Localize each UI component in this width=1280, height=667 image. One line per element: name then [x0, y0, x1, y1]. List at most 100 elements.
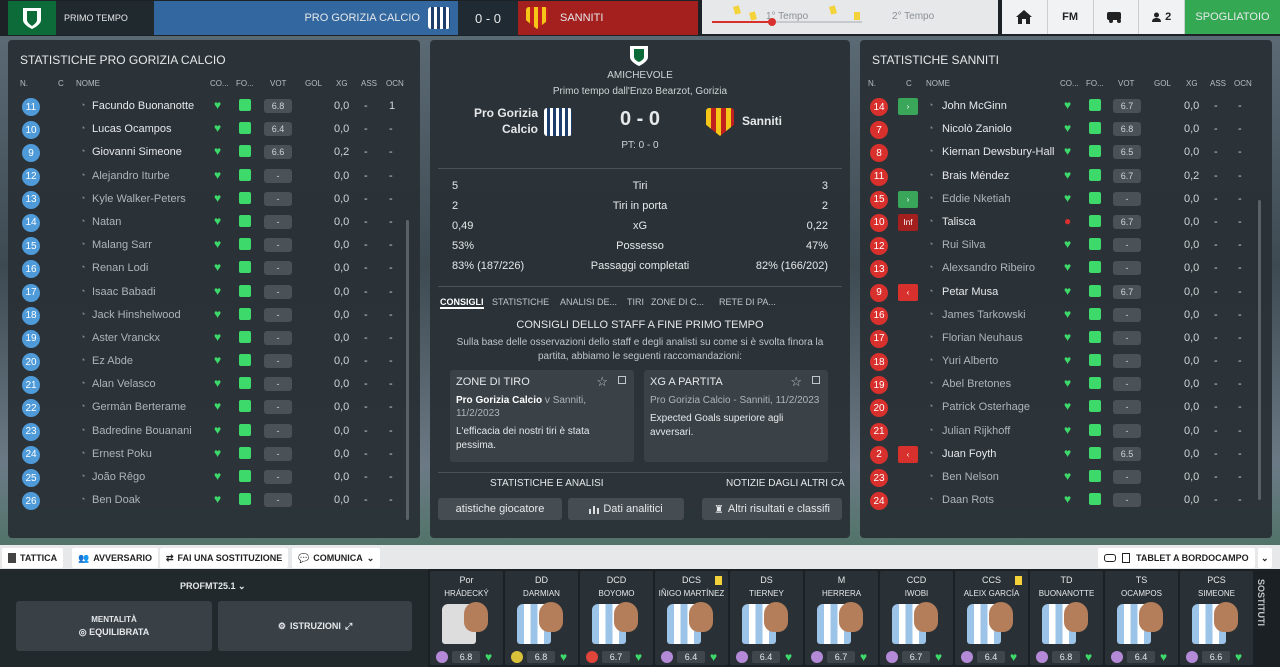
player-name[interactable]: Giovanni Simeone: [92, 146, 182, 158]
table-row[interactable]: 16 ◔ James Tarkowski ♥ - 0,0 - -: [860, 305, 1272, 328]
player-stats-button[interactable]: atistiche giocatore: [438, 498, 562, 520]
other-results-button[interactable]: ♜ Altri risultati e classifi: [702, 498, 842, 520]
users-button[interactable]: 2: [1139, 0, 1185, 34]
col-condition[interactable]: CO...: [210, 79, 229, 88]
table-row[interactable]: 2 ‹ ◔ Juan Foyth ♥ 6.5 0,0 - -: [860, 444, 1272, 467]
table-row[interactable]: 17 ◔ Florian Neuhaus ♥ - 0,0 - -: [860, 328, 1272, 351]
tab-shots[interactable]: TIRI: [627, 297, 644, 307]
match-timeline[interactable]: 1° Tempo 2° Tempo: [702, 0, 998, 34]
table-row[interactable]: 9 ‹ ◔ Petar Musa ♥ 6.7 0,0 - -: [860, 282, 1272, 305]
tactics-tab[interactable]: TATTICA: [2, 548, 64, 568]
col-name[interactable]: NOME: [76, 79, 100, 88]
table-row[interactable]: 12 ◔ Rui Silva ♥ - 0,0 - -: [860, 235, 1272, 258]
star-icon[interactable]: ☆: [596, 374, 608, 390]
table-row[interactable]: 10 Inf ◔ Talisca ● 6.7 0,0 - -: [860, 212, 1272, 235]
opponent-tab[interactable]: 👥 AVVERSARIO: [72, 548, 159, 568]
advice-card-xg[interactable]: XG A PARTITA ☆ Pro Gorizia Calcio - Sann…: [644, 370, 828, 462]
table-row[interactable]: 18 ◔ Yuri Alberto ♥ - 0,0 - -: [860, 351, 1272, 374]
table-row[interactable]: 12 ◔ Alejandro Iturbe ♥ - 0,0 - -: [8, 166, 420, 189]
table-row[interactable]: 15 ◔ Malang Sarr ♥ - 0,0 - -: [8, 235, 420, 258]
table-row[interactable]: 15 › ◔ Eddie Nketiah ♥ - 0,0 - -: [860, 189, 1272, 212]
player-name[interactable]: Lucas Ocampos: [92, 123, 171, 135]
col-c[interactable]: C: [58, 79, 64, 88]
table-row[interactable]: 23 ◔ Ben Nelson ♥ - 0,0 - -: [860, 467, 1272, 490]
player-name[interactable]: Daan Rots: [942, 494, 994, 506]
substitutes-label[interactable]: SOSTITUTI: [1256, 579, 1266, 626]
player-name[interactable]: Julian Rijkhoff: [942, 425, 1010, 437]
table-row[interactable]: 9 ◔ Giovanni Simeone ♥ 6.6 0,2 - -: [8, 142, 420, 165]
advice-card-shot-zones[interactable]: ZONE DI TIRO ☆ Pro Gorizia Calcio v Sann…: [450, 370, 634, 462]
player-name[interactable]: Isaac Babadi: [92, 286, 156, 298]
table-row[interactable]: 8 ◔ Kiernan Dewsbury-Hall ♥ 6.5 0,0 - -: [860, 142, 1272, 165]
table-row[interactable]: 26 ◔ Ben Doak ♥ - 0,0 - -: [8, 490, 420, 513]
table-row[interactable]: 13 ◔ Kyle Walker-Peters ♥ - 0,0 - -: [8, 189, 420, 212]
instructions-button[interactable]: ⚙ ISTRUZIONI ⤢: [218, 601, 412, 651]
lineup-player-card[interactable]: Por HRÁDECKÝ 6.8 ♥: [430, 571, 503, 665]
mentality-button[interactable]: MENTALITÀ ◎ EQUILIBRATA: [16, 601, 212, 651]
player-name[interactable]: Facundo Buonanotte: [92, 100, 194, 112]
table-row[interactable]: 17 ◔ Isaac Babadi ♥ - 0,0 - -: [8, 282, 420, 305]
tab-stats[interactable]: STATISTICHE: [492, 297, 549, 307]
scrollbar[interactable]: [1258, 200, 1261, 500]
away-team-name[interactable]: Sanniti: [742, 114, 782, 128]
table-row[interactable]: 19 ◔ Aster Vranckx ♥ - 0,0 - -: [8, 328, 420, 351]
player-name[interactable]: Badredine Bouanani: [92, 425, 192, 437]
col-goals[interactable]: GOL: [1154, 79, 1171, 88]
col-c[interactable]: C: [906, 79, 912, 88]
star-icon[interactable]: ☆: [790, 374, 802, 390]
player-name[interactable]: Juan Foyth: [942, 448, 996, 460]
tab-advice[interactable]: CONSIGLI: [440, 297, 484, 309]
player-name[interactable]: Nicolò Zaniolo: [942, 123, 1012, 135]
table-row[interactable]: 24 ◔ Daan Rots ♥ - 0,0 - -: [860, 490, 1272, 513]
col-rating[interactable]: VOT: [1118, 79, 1134, 88]
player-name[interactable]: Florian Neuhaus: [942, 332, 1023, 344]
col-xg[interactable]: XG: [336, 79, 348, 88]
lineup-player-card[interactable]: M HERRERA 6.7 ♥: [805, 571, 878, 665]
table-row[interactable]: 19 ◔ Abel Bretones ♥ - 0,0 - -: [860, 374, 1272, 397]
col-chances[interactable]: OCN: [1234, 79, 1252, 88]
player-name[interactable]: Alejandro Iturbe: [92, 170, 170, 182]
analytics-button[interactable]: Dati analitici: [568, 498, 684, 520]
scrollbar[interactable]: [406, 220, 409, 520]
lineup-player-card[interactable]: DD DARMIAN 6.8 ♥: [505, 571, 578, 665]
table-row[interactable]: 11 ◔ Facundo Buonanotte ♥ 6.8 0,0 - 1: [8, 96, 420, 119]
player-name[interactable]: Kyle Walker-Peters: [92, 193, 186, 205]
lineup-player-card[interactable]: TS OCAMPOS 6.4 ♥: [1105, 571, 1178, 665]
dressing-room-button[interactable]: SPOGLIATOIO: [1185, 0, 1280, 34]
transport-button[interactable]: [1094, 0, 1140, 34]
lineup-player-card[interactable]: CCD IWOBI 6.7 ♥: [880, 571, 953, 665]
lineup-player-card[interactable]: DCD BOYOMO 6.7 ♥: [580, 571, 653, 665]
tab-pass-network[interactable]: RETE DI PA...: [719, 297, 776, 307]
player-name[interactable]: Ez Abde: [92, 355, 133, 367]
table-row[interactable]: 23 ◔ Badredine Bouanani ♥ - 0,0 - -: [8, 421, 420, 444]
player-name[interactable]: Ernest Poku: [92, 448, 152, 460]
home-team-name[interactable]: Pro Gorizia Calcio: [464, 105, 538, 137]
tab-zones[interactable]: ZONE DI C...: [651, 297, 704, 307]
table-row[interactable]: 20 ◔ Patrick Osterhage ♥ - 0,0 - -: [860, 397, 1272, 420]
table-row[interactable]: 7 ◔ Nicolò Zaniolo ♥ 6.8 0,0 - -: [860, 119, 1272, 142]
table-row[interactable]: 21 ◔ Julian Rijkhoff ♥ - 0,0 - -: [860, 421, 1272, 444]
table-row[interactable]: 20 ◔ Ez Abde ♥ - 0,0 - -: [8, 351, 420, 374]
player-name[interactable]: Eddie Nketiah: [942, 193, 1011, 205]
lineup-player-card[interactable]: TD BUONANOTTE 6.8 ♥: [1030, 571, 1103, 665]
player-name[interactable]: Aster Vranckx: [92, 332, 160, 344]
player-name[interactable]: Patrick Osterhage: [942, 401, 1030, 413]
col-name[interactable]: NOME: [926, 79, 950, 88]
player-name[interactable]: Natan: [92, 216, 121, 228]
lineup-player-card[interactable]: CCS ALEIX GARCÍA 6.4 ♥: [955, 571, 1028, 665]
player-name[interactable]: Alan Velasco: [92, 378, 156, 390]
col-chances[interactable]: OCN: [386, 79, 404, 88]
player-name[interactable]: Kiernan Dewsbury-Hall: [942, 146, 1055, 158]
table-row[interactable]: 25 ◔ João Rêgo ♥ - 0,0 - -: [8, 467, 420, 490]
player-name[interactable]: Ben Doak: [92, 494, 140, 506]
col-condition[interactable]: CO...: [1060, 79, 1079, 88]
table-row[interactable]: 14 ◔ Natan ♥ - 0,0 - -: [8, 212, 420, 235]
player-name[interactable]: Germán Berterame: [92, 401, 186, 413]
tab-analysis[interactable]: ANALISI DE...: [560, 297, 617, 307]
player-name[interactable]: John McGinn: [942, 100, 1007, 112]
lineup-player-card[interactable]: DS TIERNEY 6.4 ♥: [730, 571, 803, 665]
fm-button[interactable]: FM: [1048, 0, 1094, 34]
table-row[interactable]: 16 ◔ Renan Lodi ♥ - 0,0 - -: [8, 258, 420, 281]
player-name[interactable]: Malang Sarr: [92, 239, 152, 251]
table-row[interactable]: 10 ◔ Lucas Ocampos ♥ 6.4 0,0 - -: [8, 119, 420, 142]
